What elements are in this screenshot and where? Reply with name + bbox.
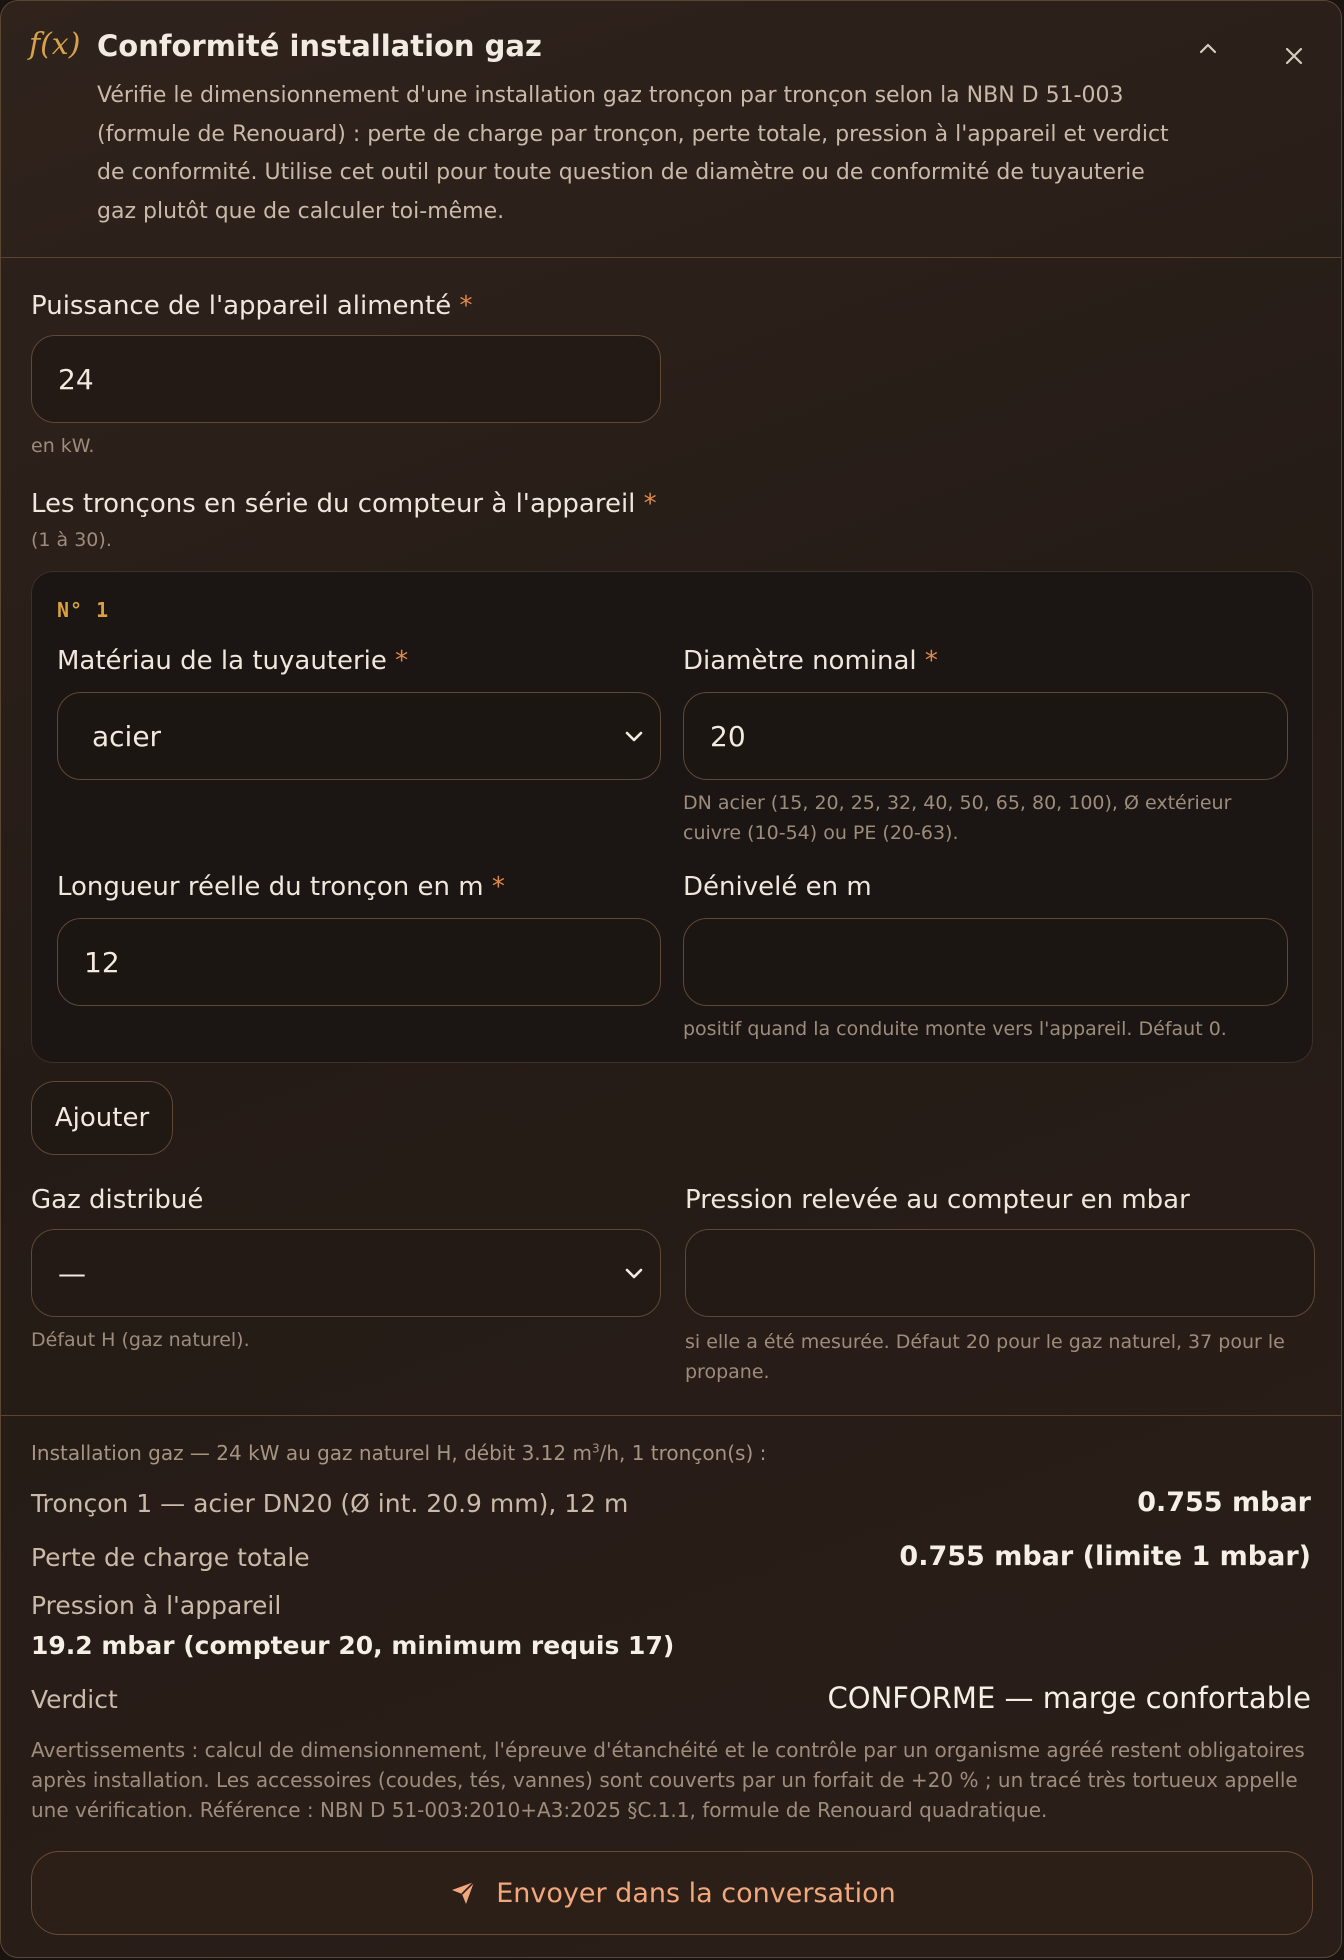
diameter-label: Diamètre nominal *: [683, 646, 938, 676]
pressure-label: Pression relevée au compteur en mbar: [685, 1185, 1190, 1215]
appliance-pressure-label: Pression à l'appareil: [31, 1591, 282, 1620]
verdict-label: Verdict: [31, 1685, 118, 1714]
total-loss-label: Perte de charge totale: [31, 1543, 310, 1572]
diameter-input[interactable]: 20: [683, 692, 1288, 780]
send-icon: [452, 1881, 475, 1904]
length-input[interactable]: 12: [57, 918, 661, 1006]
pressure-input[interactable]: [685, 1229, 1315, 1317]
panel-title: Conformité installation gaz: [97, 29, 542, 63]
chevron-up-icon: [1199, 43, 1217, 54]
divider: [1, 257, 1341, 258]
segments-hint: (1 à 30).: [31, 529, 112, 551]
chevron-down-icon: [625, 731, 643, 742]
divider: [1, 1415, 1341, 1416]
elevation-hint: positif quand la conduite monte vers l'a…: [683, 1018, 1227, 1040]
material-select[interactable]: acier: [57, 692, 661, 780]
gas-hint: Défaut H (gaz naturel).: [31, 1329, 250, 1351]
function-icon: f(x): [29, 27, 81, 62]
segment-index: N° 1: [57, 598, 110, 622]
power-input[interactable]: 24: [31, 335, 661, 423]
elevation-label: Dénivelé en m: [683, 872, 872, 902]
gas-label: Gaz distribué: [31, 1185, 204, 1215]
power-label: Puissance de l'appareil alimenté *: [31, 291, 473, 321]
pressure-hint: si elle a été mesurée. Défaut 20 pour le…: [685, 1331, 1285, 1383]
total-loss-value: 0.755 mbar (limite 1 mbar): [899, 1541, 1311, 1572]
verdict-value: CONFORME — marge confortable: [827, 1681, 1312, 1715]
material-label: Matériau de la tuyauterie *: [57, 646, 409, 676]
tool-panel: f(x) Conformité installation gaz Vérifie…: [0, 0, 1342, 1958]
chevron-down-icon: [625, 1268, 643, 1279]
segment-result-label: Tronçon 1 — acier DN20 (Ø int. 20.9 mm),…: [31, 1489, 629, 1518]
segment-result-value: 0.755 mbar: [1137, 1487, 1311, 1518]
add-segment-button[interactable]: Ajouter: [31, 1081, 173, 1155]
length-label: Longueur réelle du tronçon en m *: [57, 872, 505, 902]
diameter-hint: DN acier (15, 20, 25, 32, 40, 50, 65, 80…: [683, 792, 1232, 844]
appliance-pressure-value: 19.2 mbar (compteur 20, minimum requis 1…: [31, 1631, 675, 1660]
send-label: Envoyer dans la conversation: [496, 1877, 896, 1909]
gas-select[interactable]: —: [31, 1229, 661, 1317]
segments-label: Les tronçons en série du compteur à l'ap…: [31, 489, 657, 519]
power-hint: en kW.: [31, 435, 95, 457]
send-to-conversation-button[interactable]: Envoyer dans la conversation: [31, 1851, 1313, 1935]
elevation-input[interactable]: [683, 918, 1288, 1006]
close-button[interactable]: [1277, 39, 1311, 73]
collapse-button[interactable]: [1191, 31, 1225, 65]
warnings-text: Avertissements : calcul de dimensionneme…: [31, 1738, 1305, 1822]
close-icon: [1285, 47, 1303, 65]
result-summary: Installation gaz — 24 kW au gaz naturel …: [31, 1441, 767, 1465]
segment-card: N° 1 Matériau de la tuyauterie * acier D…: [31, 571, 1313, 1063]
panel-description: Vérifie le dimensionnement d'une install…: [97, 83, 1169, 224]
